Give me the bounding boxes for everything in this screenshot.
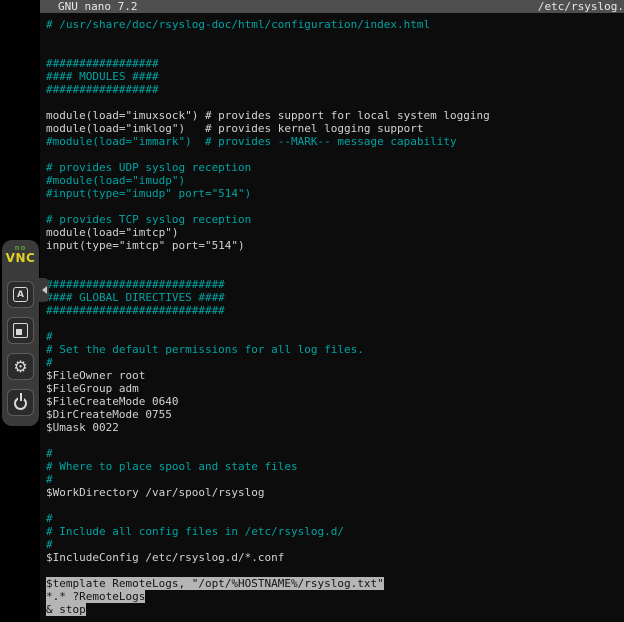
editor-line	[46, 31, 624, 44]
editor-line	[46, 252, 624, 265]
editor-line	[46, 434, 624, 447]
vnc-control-panel: no VNC A ⚙	[2, 240, 39, 426]
editor-line: module(load="imklog") # provides kernel …	[46, 122, 624, 135]
editor-line: #module(load="imudp")	[46, 174, 624, 187]
vnc-desktop: no VNC A ⚙ GNU nano 7.2 /etc/rsyslog.	[0, 0, 624, 622]
editor-line	[46, 499, 624, 512]
editor-line: # provides UDP syslog reception	[46, 161, 624, 174]
editor-line	[46, 317, 624, 330]
chevron-left-icon	[42, 286, 47, 294]
editor-line: $FileOwner root	[46, 369, 624, 382]
editor-line: $FileGroup adm	[46, 382, 624, 395]
editor-line: #################	[46, 83, 624, 96]
editor-line: $Umask 0022	[46, 421, 624, 434]
settings-button[interactable]: ⚙	[7, 353, 34, 380]
novnc-logo: no VNC	[6, 245, 36, 264]
editor-line: #input(type="imudp" port="514")	[46, 187, 624, 200]
editor-line: # Where to place spool and state files	[46, 460, 624, 473]
editor-line: #	[46, 473, 624, 486]
editor-line: *.* ?RemoteLogs	[46, 590, 624, 603]
editor-line: # Set the default permissions for all lo…	[46, 343, 624, 356]
editor-line: ###########################	[46, 278, 624, 291]
editor-line	[46, 96, 624, 109]
fullscreen-icon	[13, 323, 28, 338]
nano-filename-label: /etc/rsyslog.	[538, 0, 624, 13]
editor-line: input(type="imtcp" port="514")	[46, 239, 624, 252]
panel-collapse-handle[interactable]	[39, 278, 49, 302]
editor-line: $FileCreateMode 0640	[46, 395, 624, 408]
editor-line: #	[46, 447, 624, 460]
terminal-window[interactable]: GNU nano 7.2 /etc/rsyslog. # /usr/share/…	[40, 0, 624, 622]
fullscreen-button[interactable]	[7, 317, 34, 344]
editor-line: #	[46, 330, 624, 343]
editor-content[interactable]: # /usr/share/doc/rsyslog-doc/html/config…	[40, 13, 624, 616]
editor-line	[46, 564, 624, 577]
nano-titlebar: GNU nano 7.2 /etc/rsyslog.	[40, 0, 624, 13]
editor-line: #### MODULES ####	[46, 70, 624, 83]
editor-line: # /usr/share/doc/rsyslog-doc/html/config…	[46, 18, 624, 31]
clipboard-icon: A	[13, 287, 28, 302]
clipboard-button[interactable]: A	[7, 281, 34, 308]
power-icon	[14, 397, 27, 410]
editor-line: #module(load="immark") # provides --MARK…	[46, 135, 624, 148]
editor-line	[46, 200, 624, 213]
vnc-sidebar: no VNC A ⚙	[0, 0, 40, 622]
editor-line: # provides TCP syslog reception	[46, 213, 624, 226]
editor-line	[46, 148, 624, 161]
editor-line: module(load="imtcp")	[46, 226, 624, 239]
editor-line: #### GLOBAL DIRECTIVES ####	[46, 291, 624, 304]
editor-line: $DirCreateMode 0755	[46, 408, 624, 421]
editor-line: module(load="imuxsock") # provides suppo…	[46, 109, 624, 122]
power-button[interactable]	[7, 389, 34, 416]
editor-line: $IncludeConfig /etc/rsyslog.d/*.conf	[46, 551, 624, 564]
editor-line: #	[46, 512, 624, 525]
editor-line: #################	[46, 57, 624, 70]
editor-line: & stop	[46, 603, 624, 616]
editor-line: $WorkDirectory /var/spool/rsyslog	[46, 486, 624, 499]
editor-line: ###########################	[46, 304, 624, 317]
editor-line: $template RemoteLogs, "/opt/%HOSTNAME%/r…	[46, 577, 624, 590]
gear-icon: ⚙	[13, 359, 27, 375]
editor-line: #	[46, 356, 624, 369]
nano-version-label: GNU nano 7.2	[58, 0, 137, 13]
editor-line	[46, 265, 624, 278]
editor-line	[46, 44, 624, 57]
editor-line: #	[46, 538, 624, 551]
editor-line: # Include all config files in /etc/rsysl…	[46, 525, 624, 538]
novnc-logo-bottom: VNC	[6, 252, 36, 264]
